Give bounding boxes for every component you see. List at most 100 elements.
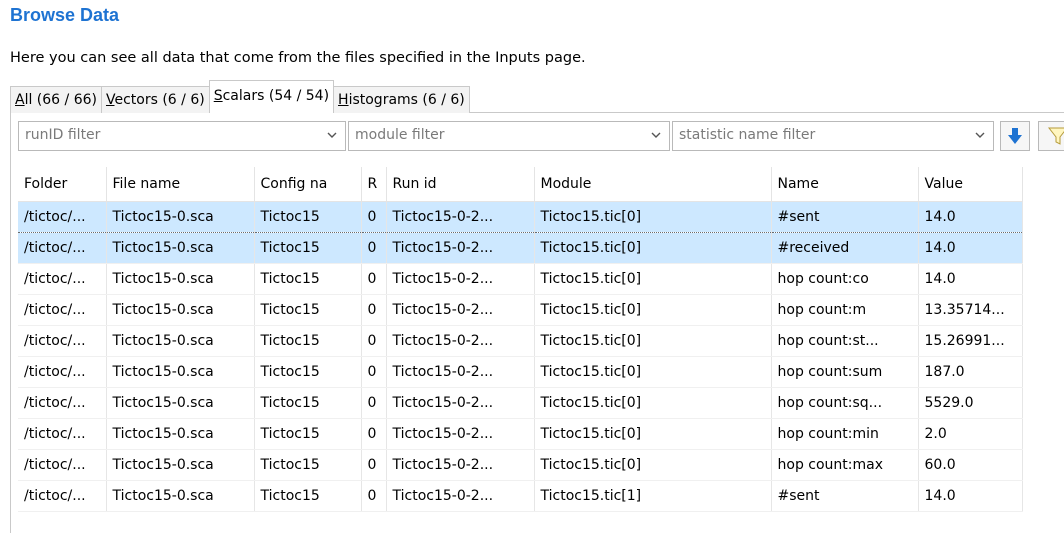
cell-file-name: Tictoc15-0.sca — [106, 294, 255, 326]
module-filter-combo[interactable]: module filter — [348, 121, 670, 151]
tab-mnemonic: A — [15, 92, 25, 108]
cell-config-name: Tictoc15 — [254, 201, 362, 233]
cell-config-name: Tictoc15 — [254, 325, 362, 357]
cell-module: Tictoc15.tic[0] — [534, 294, 772, 326]
table-row[interactable]: /tictoc/... Tictoc15-0.sca Tictoc15 0 Tictoc… — [18, 232, 1023, 264]
table-row[interactable]: /tictoc/... Tictoc15-0.sca Tictoc15 0 Tictoc… — [18, 356, 1023, 388]
tab-label: ectors (6 / 6) — [114, 92, 205, 108]
cell-module: Tictoc15.tic[0] — [534, 418, 772, 450]
cell-config-name: Tictoc15 — [254, 294, 362, 326]
page-description: Here you can see all data that come from… — [10, 50, 586, 66]
cell-config-name: Tictoc15 — [254, 418, 362, 450]
cell-run-number: 0 — [361, 232, 387, 264]
column-header-run-number[interactable]: R — [361, 167, 387, 202]
cell-file-name: Tictoc15-0.sca — [106, 449, 255, 481]
cell-name: hop count:max — [771, 449, 919, 481]
cell-name: #received — [771, 232, 919, 264]
cell-config-name: Tictoc15 — [254, 387, 362, 419]
column-header-folder[interactable]: Folder — [18, 167, 107, 202]
chevron-down-icon[interactable] — [325, 129, 339, 143]
tab-vectors[interactable]: Vectors (6 / 6) — [100, 86, 210, 113]
page-title: Browse Data — [10, 5, 120, 25]
cell-run-id: Tictoc15-0-2... — [386, 418, 535, 450]
cell-run-number: 0 — [361, 201, 387, 233]
table-header-row: Folder File name Config na R Run id Modu… — [18, 167, 1023, 202]
table-row[interactable]: /tictoc/... Tictoc15-0.sca Tictoc15 0 Tictoc… — [18, 201, 1023, 233]
cell-run-id: Tictoc15-0-2... — [386, 263, 535, 295]
cell-name: #sent — [771, 201, 919, 233]
cell-name: hop count:sq... — [771, 387, 919, 419]
cell-value: 15.26991... — [918, 325, 1023, 357]
cell-file-name: Tictoc15-0.sca — [106, 387, 255, 419]
column-header-module[interactable]: Module — [534, 167, 772, 202]
cell-run-id: Tictoc15-0-2... — [386, 449, 535, 481]
table-row[interactable]: /tictoc/... Tictoc15-0.sca Tictoc15 0 Tictoc… — [18, 449, 1023, 481]
tab-all[interactable]: All (66 / 66) — [10, 86, 102, 113]
chevron-down-icon[interactable] — [973, 129, 987, 143]
tab-label: ll (66 / 66) — [24, 92, 97, 108]
table-row[interactable]: /tictoc/... Tictoc15-0.sca Tictoc15 0 Tictoc… — [18, 418, 1023, 450]
cell-folder: /tictoc/... — [18, 449, 107, 481]
cell-config-name: Tictoc15 — [254, 449, 362, 481]
column-header-file-name[interactable]: File name — [106, 167, 255, 202]
scalars-table: Folder File name Config na R Run id Modu… — [18, 167, 1023, 512]
table-row[interactable]: /tictoc/... Tictoc15-0.sca Tictoc15 0 Tictoc… — [18, 294, 1023, 326]
statistic-filter-placeholder: statistic name filter — [679, 127, 816, 143]
funnel-icon — [1047, 127, 1064, 145]
table-row[interactable]: /tictoc/... Tictoc15-0.sca Tictoc15 0 Tictoc… — [18, 387, 1023, 419]
column-header-name[interactable]: Name — [771, 167, 919, 202]
cell-run-id: Tictoc15-0-2... — [386, 325, 535, 357]
tab-histograms[interactable]: Histograms (6 / 6) — [333, 86, 470, 113]
cell-folder: /tictoc/... — [18, 387, 107, 419]
cell-run-id: Tictoc15-0-2... — [386, 201, 535, 233]
cell-folder: /tictoc/... — [18, 263, 107, 295]
cell-config-name: Tictoc15 — [254, 356, 362, 388]
cell-folder: /tictoc/... — [18, 418, 107, 450]
tab-scalars[interactable]: Scalars (54 / 54) — [208, 80, 335, 113]
cell-run-number: 0 — [361, 325, 387, 357]
table-row[interactable]: /tictoc/... Tictoc15-0.sca Tictoc15 0 Tictoc… — [18, 480, 1023, 512]
cell-module: Tictoc15.tic[0] — [534, 263, 772, 295]
statistic-filter-combo[interactable]: statistic name filter — [672, 121, 994, 151]
column-header-config-name[interactable]: Config na — [254, 167, 362, 202]
cell-module: Tictoc15.tic[0] — [534, 387, 772, 419]
cell-name: #sent — [771, 480, 919, 512]
cell-run-number: 0 — [361, 480, 387, 512]
cell-module: Tictoc15.tic[0] — [534, 356, 772, 388]
column-header-value[interactable]: Value — [918, 167, 1023, 202]
cell-module: Tictoc15.tic[0] — [534, 449, 772, 481]
cell-run-id: Tictoc15-0-2... — [386, 294, 535, 326]
tab-mnemonic: S — [213, 88, 223, 104]
table-row[interactable]: /tictoc/... Tictoc15-0.sca Tictoc15 0 Tictoc… — [18, 263, 1023, 295]
runid-filter-combo[interactable]: runID filter — [18, 121, 346, 151]
runid-filter-placeholder: runID filter — [25, 127, 101, 143]
chevron-down-icon[interactable] — [649, 129, 663, 143]
cell-run-number: 0 — [361, 449, 387, 481]
cell-module: Tictoc15.tic[1] — [534, 480, 772, 512]
cell-config-name: Tictoc15 — [254, 263, 362, 295]
cell-name: hop count:st... — [771, 325, 919, 357]
cell-config-name: Tictoc15 — [254, 480, 362, 512]
cell-file-name: Tictoc15-0.sca — [106, 356, 255, 388]
filter-button[interactable] — [1038, 121, 1064, 151]
cell-run-id: Tictoc15-0-2... — [386, 356, 535, 388]
cell-run-number: 0 — [361, 418, 387, 450]
sort-button[interactable] — [1000, 121, 1030, 151]
cell-run-number: 0 — [361, 356, 387, 388]
table-row[interactable]: /tictoc/... Tictoc15-0.sca Tictoc15 0 Tictoc… — [18, 325, 1023, 357]
cell-folder: /tictoc/... — [18, 325, 107, 357]
tab-mnemonic: H — [338, 92, 349, 108]
cell-name: hop count:m — [771, 294, 919, 326]
cell-run-number: 0 — [361, 294, 387, 326]
module-filter-placeholder: module filter — [355, 127, 445, 143]
cell-file-name: Tictoc15-0.sca — [106, 232, 255, 264]
cell-value: 14.0 — [918, 263, 1023, 295]
tab-label: calars (54 / 54) — [222, 88, 330, 104]
table-body: /tictoc/... Tictoc15-0.sca Tictoc15 0 Tictoc… — [18, 201, 1023, 512]
cell-run-number: 0 — [361, 263, 387, 295]
cell-file-name: Tictoc15-0.sca — [106, 325, 255, 357]
cell-file-name: Tictoc15-0.sca — [106, 201, 255, 233]
cell-name: hop count:sum — [771, 356, 919, 388]
column-header-run-id[interactable]: Run id — [386, 167, 535, 202]
cell-value: 13.35714... — [918, 294, 1023, 326]
